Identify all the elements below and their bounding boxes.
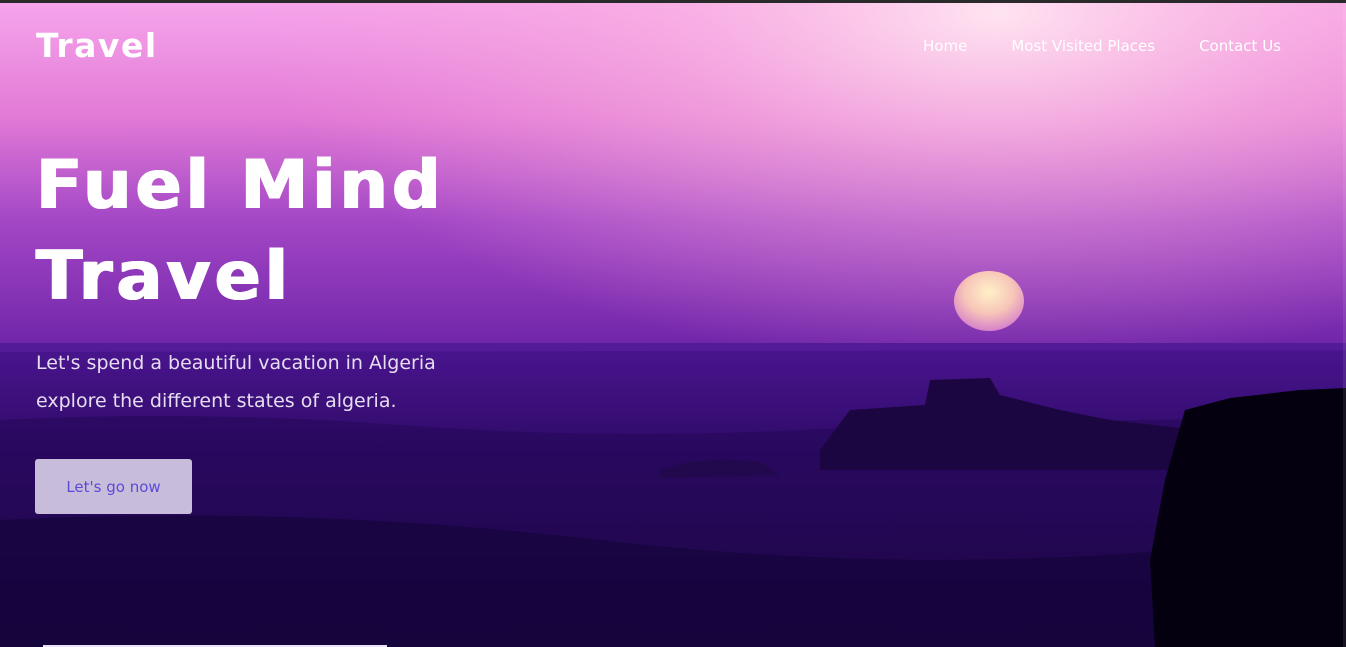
hero-title: Fuel Mind Travel [36, 140, 556, 322]
window-top-border [0, 0, 1346, 3]
lets-go-now-button[interactable]: Let's go now [35, 459, 192, 514]
landing-page: Travel Home Most Visited Places Contact … [0, 0, 1346, 647]
nav-links: Home Most Visited Places Contact Us [923, 36, 1281, 56]
hero-title-line-1: Fuel Mind [36, 146, 445, 225]
nav-link-most-visited-places[interactable]: Most Visited Places [1011, 36, 1155, 56]
hero-title-line-2: Travel [36, 237, 293, 316]
nav-link-home[interactable]: Home [923, 36, 967, 56]
hero-subtitle: Let's spend a beautiful vacation in Alge… [36, 352, 436, 412]
navbar: Travel Home Most Visited Places Contact … [0, 0, 1346, 95]
nav-link-contact-us[interactable]: Contact Us [1199, 36, 1281, 56]
site-logo[interactable]: Travel [36, 26, 158, 66]
hero-content: Fuel Mind Travel Let's spend a beautiful… [36, 140, 556, 420]
